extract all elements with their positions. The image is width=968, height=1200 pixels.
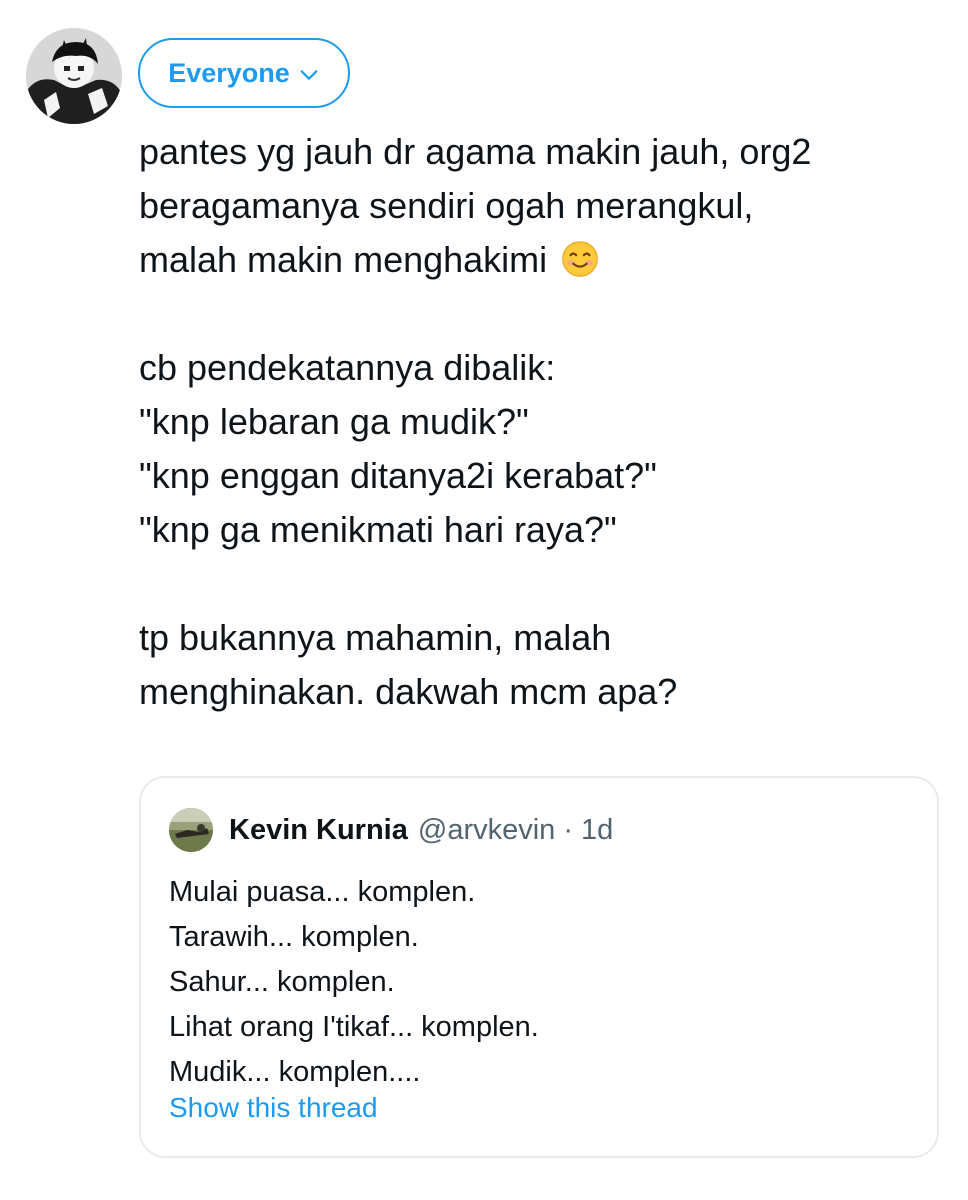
smiling-face-icon <box>562 241 598 277</box>
quoted-tweet-line: Lihat orang I'tikaf... komplen. <box>169 1011 539 1043</box>
quoted-tweet-text: Mulai puasa... komplen. Tarawih... kompl… <box>169 870 909 1095</box>
tweet-line-with-emoji: malah makin menghakimi <box>139 233 939 287</box>
user-avatar-image <box>26 28 122 124</box>
tweet-line: menghinakan. dakwah mcm apa? <box>139 671 678 712</box>
show-thread-link[interactable]: Show this thread <box>169 1092 378 1124</box>
quoted-tweet-line: Mudik... komplen.... <box>169 1056 421 1088</box>
tweet-line: cb pendekatannya dibalik: <box>139 347 556 388</box>
tweet-line: beragamanya sendiri ogah merangkul, <box>139 185 754 226</box>
tweet-text: pantes yg jauh dr agama makin jauh, org2… <box>139 125 939 719</box>
quoted-tweet-header: Kevin Kurnia @arvkevin · 1d <box>169 808 613 852</box>
quoted-tweet-timestamp[interactable]: 1d <box>581 814 613 847</box>
quoted-tweet-card[interactable]: Kevin Kurnia @arvkevin · 1d Mulai puasa.… <box>139 776 939 1158</box>
separator-dot: · <box>563 813 573 846</box>
tweet-line: "knp ga menikmati hari raya?" <box>139 509 617 550</box>
quoted-user-avatar-image <box>169 808 213 852</box>
quoted-user-handle[interactable]: @arvkevin <box>418 814 555 847</box>
tweet-line: "knp lebaran ga mudik?" <box>139 401 529 442</box>
tweet-line: tp bukannya mahamin, malah <box>139 617 612 658</box>
audience-label: Everyone <box>168 57 290 88</box>
quoted-tweet-line: Tarawih... komplen. <box>169 921 419 953</box>
quoted-tweet-line: Sahur... komplen. <box>169 966 395 998</box>
tweet-line: malah makin menghakimi <box>139 239 548 280</box>
quoted-tweet-line: Mulai puasa... komplen. <box>169 876 476 908</box>
user-avatar[interactable] <box>26 28 122 124</box>
tweet-line: "knp enggan ditanya2i kerabat?" <box>139 455 657 496</box>
quoted-user-name[interactable]: Kevin Kurnia <box>229 814 408 847</box>
chevron-down-icon <box>300 70 318 80</box>
quoted-user-avatar[interactable] <box>169 808 213 852</box>
audience-selector-button[interactable]: Everyone <box>138 38 350 108</box>
tweet-line: pantes yg jauh dr agama makin jauh, org2 <box>139 131 812 172</box>
